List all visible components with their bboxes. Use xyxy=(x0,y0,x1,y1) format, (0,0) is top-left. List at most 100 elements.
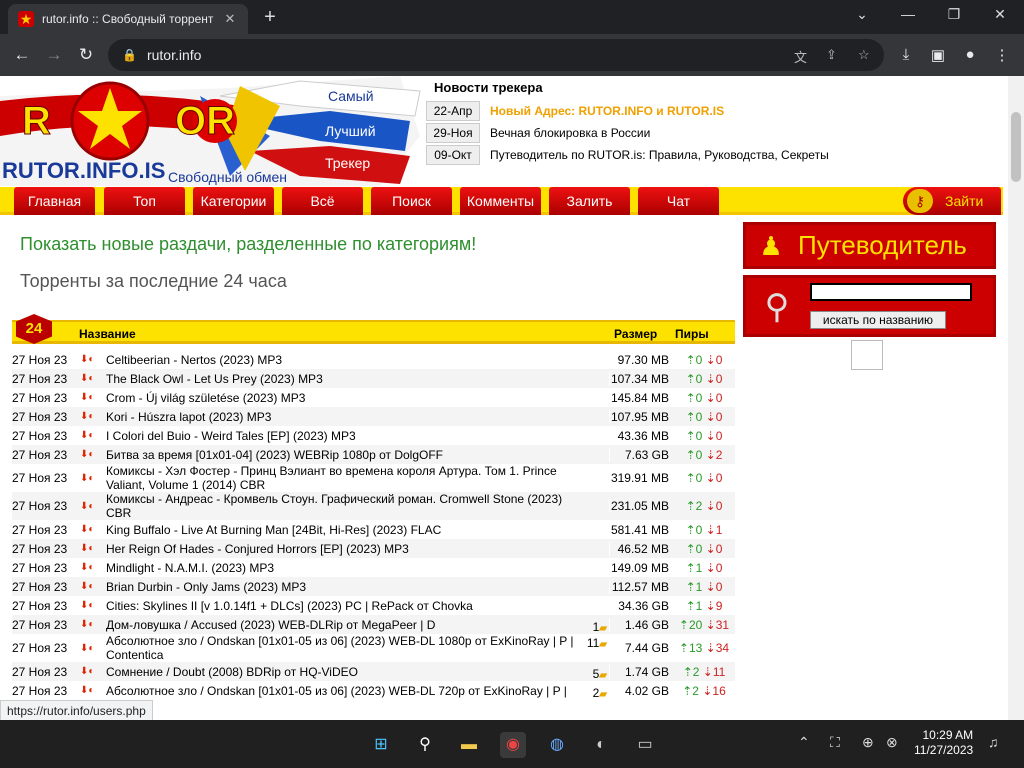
login-button[interactable]: ⚷ Зайти xyxy=(903,187,1001,215)
minimize-icon[interactable]: — xyxy=(898,6,918,22)
page-scrollbar[interactable] xyxy=(1008,76,1024,720)
menu-search[interactable]: Поиск xyxy=(371,187,452,215)
download-magnet-icon[interactable]: ⬇◐ xyxy=(80,562,106,573)
browser-tab[interactable]: ★ rutor.info :: Свободный торрент ✕ xyxy=(8,4,248,34)
profile-icon[interactable]: ● xyxy=(960,46,980,63)
torrent-title-link[interactable]: I Colori del Buio - Weird Tales [EP] (20… xyxy=(106,429,356,443)
row-date: 27 Ноя 23 xyxy=(12,683,68,698)
col-name-header[interactable]: Название xyxy=(79,327,136,341)
search-input[interactable] xyxy=(810,283,972,301)
lock-icon: 🔒 xyxy=(122,48,137,62)
menu-top[interactable]: Топ xyxy=(104,187,185,215)
maximize-icon[interactable]: ❐ xyxy=(944,6,964,23)
side-panel-icon[interactable]: ▣ xyxy=(928,46,948,64)
torrent-title-link[interactable]: The Black Owl - Let Us Prey (2023) MP3 xyxy=(106,372,323,386)
download-magnet-icon[interactable]: ⬇◐ xyxy=(80,685,106,696)
tab-search-icon[interactable]: ⌄ xyxy=(852,6,872,23)
download-magnet-icon[interactable]: ⬇◐ xyxy=(80,392,106,403)
menu-comments[interactable]: Комменты xyxy=(460,187,541,215)
torrent-title-link[interactable]: Her Reign Of Hades - Conjured Horrors [E… xyxy=(106,542,409,556)
download-magnet-icon[interactable]: ⬇◐ xyxy=(80,411,106,422)
forward-icon[interactable]: → xyxy=(44,45,64,65)
torrent-title-link[interactable]: Битва за время [01x01-04] (2023) WEBRip … xyxy=(106,448,443,462)
tray-overflow-icon[interactable]: ⌃ xyxy=(798,734,810,751)
close-tab-icon[interactable]: ✕ xyxy=(222,11,238,27)
download-magnet-icon[interactable]: ⬇◐ xyxy=(80,619,106,630)
torrent-title-link[interactable]: King Buffalo - Live At Burning Man [24Bi… xyxy=(106,523,441,537)
torrent-title-link[interactable]: Celtibeerian - Nertos (2023) MP3 xyxy=(106,353,282,367)
torrent-title-link[interactable]: Дом-ловушка / Accused (2023) WEB-DLRip о… xyxy=(106,618,435,632)
download-magnet-icon[interactable]: ⬇◐ xyxy=(80,430,106,441)
leech-arrow-icon: ⇣ xyxy=(705,522,716,537)
torrent-title-link[interactable]: Mindlight - N.A.M.I. (2023) MP3 xyxy=(106,561,274,575)
show-new-by-category-link[interactable]: Показать новые раздачи, разделенные по к… xyxy=(20,234,476,255)
volume-muted-icon[interactable]: ⊗ xyxy=(886,734,898,751)
row-date: 27 Ноя 23 xyxy=(12,371,68,386)
reload-icon[interactable]: ↻ xyxy=(76,45,96,65)
row-size: 319.91 MB xyxy=(609,471,673,485)
download-magnet-icon[interactable]: ⬇◐ xyxy=(80,473,106,484)
menu-upload[interactable]: Залить xyxy=(549,187,630,215)
torrent-title-link[interactable]: Crom - Új világ születése (2023) MP3 xyxy=(106,391,305,405)
download-magnet-icon[interactable]: ⬇◐ xyxy=(80,501,106,512)
back-icon[interactable]: ← xyxy=(12,45,32,65)
download-magnet-icon[interactable]: ⬇◐ xyxy=(80,449,106,460)
media-player-icon[interactable]: ◐ xyxy=(588,732,614,758)
download-magnet-icon[interactable]: ⬇◐ xyxy=(80,581,106,592)
news-link[interactable]: Вечная блокировка в России xyxy=(490,126,650,140)
tray-app-icon[interactable]: ⛶ xyxy=(830,734,840,751)
col-peers-header[interactable]: Пиры xyxy=(675,327,709,341)
comment-count[interactable]: 11▰ xyxy=(587,636,607,650)
seed-count: 2 xyxy=(695,499,703,513)
torrent-title-link[interactable]: Brian Durbin - Only Jams (2023) MP3 xyxy=(106,580,306,594)
notifications-bell-icon[interactable]: ♫ xyxy=(988,734,999,750)
translate-icon[interactable]: 文 xyxy=(794,47,807,66)
menu-home[interactable]: Главная xyxy=(14,187,95,215)
torrent-title-link[interactable]: Комиксы - Андреас - Кромвель Стоун. Граф… xyxy=(106,492,579,520)
comment-count[interactable]: 2▰ xyxy=(593,686,607,700)
download-magnet-icon[interactable]: ⬇◐ xyxy=(80,666,106,677)
bookmark-star-icon[interactable]: ☆ xyxy=(858,47,870,63)
download-magnet-icon[interactable]: ⬇◐ xyxy=(80,643,106,654)
menu-all[interactable]: Всё xyxy=(282,187,363,215)
download-magnet-icon[interactable]: ⬇◐ xyxy=(80,524,106,535)
seed-count: 0 xyxy=(695,352,703,367)
chrome-icon[interactable]: ◉ xyxy=(500,732,526,758)
torrent-title-link[interactable]: Комиксы - Хэл Фостер - Принц Вэлиант во … xyxy=(106,464,579,492)
start-icon[interactable]: ⊞ xyxy=(368,732,394,758)
guide-banner[interactable]: ♟ Путеводитель xyxy=(743,222,996,269)
news-link[interactable]: Новый Адрес: RUTOR.INFO и RUTOR.IS xyxy=(490,104,724,118)
col-size-header[interactable]: Размер xyxy=(614,327,657,341)
scrollbar-thumb[interactable] xyxy=(1011,112,1021,182)
file-explorer-icon[interactable]: ▬ xyxy=(456,732,482,758)
terminal-icon[interactable]: ▭ xyxy=(632,732,658,758)
new-tab-icon[interactable]: + xyxy=(260,6,280,29)
menu-chat[interactable]: Чат xyxy=(638,187,719,215)
search-icon[interactable]: ⚲ xyxy=(412,732,438,758)
seed-count: 0 xyxy=(695,522,703,537)
row-peers: ⇡0 ⇣0 xyxy=(673,429,735,443)
menu-kebab-icon[interactable]: ⋮ xyxy=(992,46,1012,64)
comment-count[interactable]: 5▰ xyxy=(593,667,607,681)
address-bar[interactable]: 🔒 rutor.info 文 ⇪ ☆ xyxy=(108,39,884,71)
torrent-title-link[interactable]: Абсолютное зло / Ondskan [01x01-05 из 06… xyxy=(106,684,567,698)
torrent-title-link[interactable]: Cities: Skylines II [v 1.0.14f1 + DLCs] … xyxy=(106,599,473,613)
comment-count[interactable]: 1▰ xyxy=(593,620,607,634)
language-globe-icon[interactable]: ⊕ xyxy=(862,734,874,751)
share-icon[interactable]: ⇪ xyxy=(826,47,837,63)
torrent-title-link[interactable]: Сомнение / Doubt (2008) BDRip от HQ-ViDE… xyxy=(106,665,358,679)
menu-categories[interactable]: Категории xyxy=(193,187,274,215)
qbittorrent-icon[interactable]: ◍ xyxy=(544,732,570,758)
search-button[interactable]: искать по названию xyxy=(810,311,946,329)
download-magnet-icon[interactable]: ⬇◐ xyxy=(80,543,106,554)
news-link[interactable]: Путеводитель по RUTOR.is: Правила, Руков… xyxy=(490,148,829,162)
download-magnet-icon[interactable]: ⬇◐ xyxy=(80,373,106,384)
torrent-title-link[interactable]: Kori - Húszra lapot (2023) MP3 xyxy=(106,410,271,424)
torrent-title-link[interactable]: Абсолютное зло / Ondskan [01x01-05 из 06… xyxy=(106,634,579,662)
download-icon[interactable]: ⤓ xyxy=(896,46,916,63)
system-clock[interactable]: 10:29 AM 11/27/2023 xyxy=(914,728,973,758)
download-magnet-icon[interactable]: ⬇◐ xyxy=(80,354,106,365)
close-window-icon[interactable]: ✕ xyxy=(990,6,1010,23)
site-logo[interactable]: R OR RUTOR.INFO.IS Самый Лучший Трекер С… xyxy=(0,76,425,186)
download-magnet-icon[interactable]: ⬇◐ xyxy=(80,600,106,611)
